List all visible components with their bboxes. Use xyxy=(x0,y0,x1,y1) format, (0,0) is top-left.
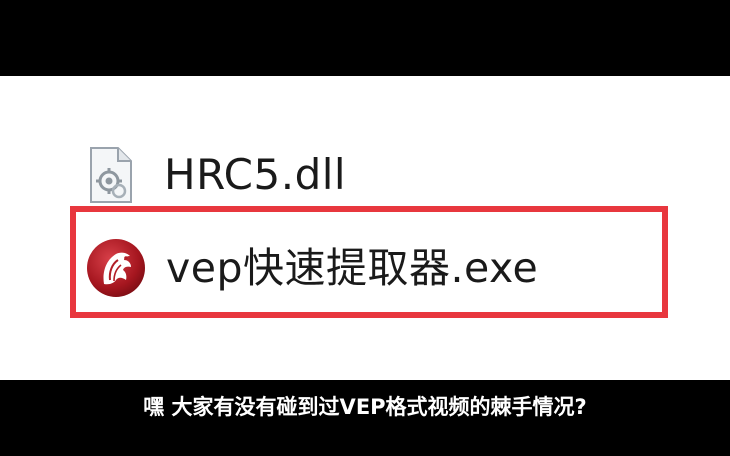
highlight-box xyxy=(70,206,668,318)
file-name-label: HRC5.dll xyxy=(164,150,347,199)
file-item-dll[interactable]: HRC5.dll xyxy=(88,142,346,208)
dll-file-icon xyxy=(90,147,132,203)
top-letterbox-bar xyxy=(0,0,730,76)
file-list-panel: HRC5.dll vep快速提取器.exe xyxy=(0,76,730,380)
video-subtitle: 嘿 大家有没有碰到过VEP格式视频的棘手情况? xyxy=(143,395,587,419)
